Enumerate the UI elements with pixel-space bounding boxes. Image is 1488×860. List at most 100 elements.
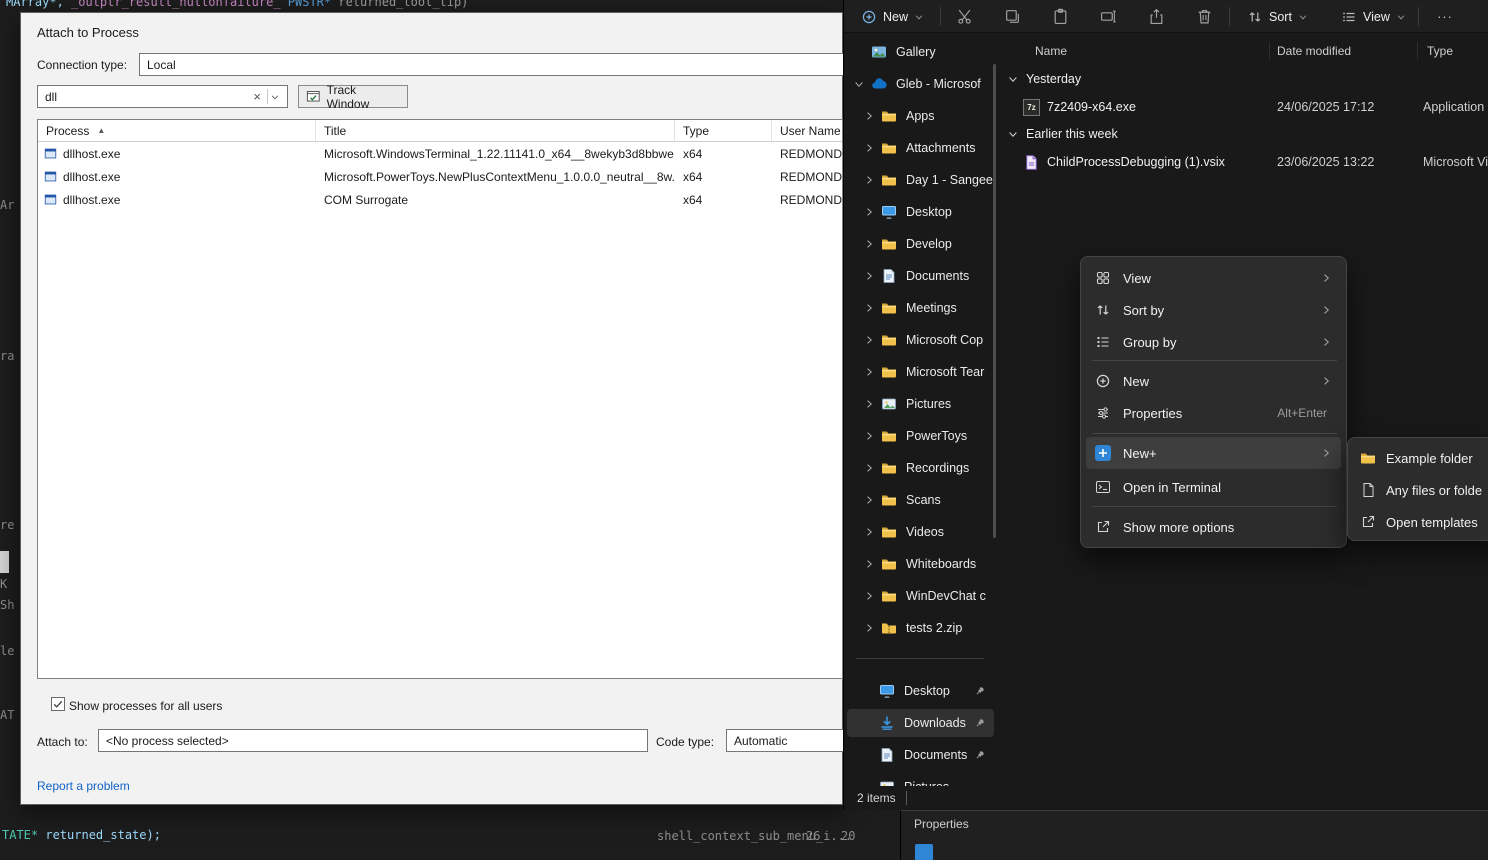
chevron-right-icon[interactable] <box>863 558 875 570</box>
column-header-type[interactable]: Type <box>1427 44 1453 58</box>
nav-item-desktop-onedrive[interactable]: Desktop <box>847 198 994 226</box>
process-filter-input[interactable]: dll × <box>37 85 288 108</box>
nav-item-desktop-pinned[interactable]: Desktop <box>847 677 994 705</box>
nav-item-recordings[interactable]: Recordings <box>847 454 994 482</box>
properties-window-partial: Properties <box>900 810 1488 860</box>
menu-item-properties[interactable]: PropertiesAlt+Enter <box>1086 397 1341 429</box>
process-row[interactable]: dllhost.exe Microsoft.PowerToys.NewPlusC… <box>38 165 842 188</box>
menu-label: Show more options <box>1123 520 1234 535</box>
nav-label: Pictures <box>906 397 951 411</box>
properties-window-title: Properties <box>914 817 969 831</box>
cut-button[interactable] <box>950 3 978 30</box>
submenu-item-example-folder[interactable]: Example folder <box>1353 442 1488 474</box>
submenu-item-open-templates[interactable]: Open templates <box>1353 506 1488 538</box>
chevron-right-icon[interactable] <box>863 462 875 474</box>
chevron-down-icon[interactable] <box>270 92 280 102</box>
screen: MArray*, _outptr_result_nullonfailure_ P… <box>0 0 1488 860</box>
nav-item-day1[interactable]: Day 1 - Sangee <box>847 166 994 194</box>
chevron-right-icon[interactable] <box>863 110 875 122</box>
sidebar-scrollbar[interactable] <box>993 64 996 538</box>
pin-icon <box>974 685 986 697</box>
nav-label: Meetings <box>906 301 957 315</box>
more-options-button[interactable]: ··· <box>1428 3 1462 30</box>
menu-label: New+ <box>1123 446 1157 461</box>
menu-item-new-plus[interactable]: New+ <box>1086 437 1341 469</box>
chevron-right-icon[interactable] <box>863 206 875 218</box>
rename-button[interactable] <box>1094 3 1122 30</box>
chevron-down-icon[interactable] <box>1007 73 1019 85</box>
column-header-type[interactable]: Type <box>675 120 772 141</box>
ch evron-right-icon[interactable] <box>863 174 875 186</box>
nav-item-windevchat[interactable]: WinDevChat c <box>847 582 994 610</box>
nav-item-onedrive[interactable]: Gleb - Microsof <box>847 70 994 98</box>
nav-item-documents-pinned[interactable]: Documents <box>847 741 994 769</box>
nav-item-meetings[interactable]: Meetings <box>847 294 994 322</box>
group-header-earlier-this-week[interactable]: Earlier this week <box>1001 121 1488 147</box>
chevron-right-icon[interactable] <box>863 590 875 602</box>
menu-item-group-by[interactable]: Group by <box>1086 326 1341 358</box>
show-all-users-checkbox[interactable] <box>51 697 65 711</box>
chevron-right-icon[interactable] <box>863 302 875 314</box>
nav-item-apps[interactable]: Apps <box>847 102 994 130</box>
code-type-dropdown[interactable]: Automatic <box>726 729 844 752</box>
track-window-button[interactable]: Track Window <box>298 85 408 108</box>
nav-item-videos[interactable]: Videos <box>847 518 994 546</box>
nav-item-pictures-onedrive[interactable]: Pictures <box>847 390 994 418</box>
chevron-right-icon <box>1320 304 1332 316</box>
7zip-file-icon: 7z <box>1023 99 1040 116</box>
chevron-right-icon[interactable] <box>863 366 875 378</box>
chevron-right-icon[interactable] <box>863 430 875 442</box>
nav-item-tests-zip[interactable]: tests 2.zip <box>847 614 994 642</box>
menu-item-show-more-options[interactable]: Show more options <box>1086 511 1341 543</box>
nav-item-microsoft-teams[interactable]: Microsoft Tear <box>847 358 994 386</box>
nav-item-powertoys[interactable]: PowerToys <box>847 422 994 450</box>
column-header-process[interactable]: Process▲ <box>38 120 316 141</box>
file-row-7zip[interactable]: 7z 7z2409-x64.exe 24/06/2025 17:12 Appli… <box>1001 94 1488 120</box>
group-header-yesterday[interactable]: Yesterday <box>1001 66 1488 92</box>
report-problem-link[interactable]: Report a problem <box>37 779 130 793</box>
nav-item-microsoft-copilot[interactable]: Microsoft Cop <box>847 326 994 354</box>
sort-icon <box>1095 302 1111 318</box>
paste-button[interactable] <box>1046 3 1074 30</box>
nav-item-attachments[interactable]: Attachments <box>847 134 994 162</box>
file-row-vsix[interactable]: ChildProcessDebugging (1).vsix 23/06/202… <box>1001 149 1488 175</box>
menu-item-open-in-terminal[interactable]: Open in Terminal <box>1086 471 1341 503</box>
menu-item-view[interactable]: View <box>1086 262 1341 294</box>
nav-item-develop[interactable]: Develop <box>847 230 994 258</box>
chevron-right-icon[interactable] <box>863 398 875 410</box>
menu-item-new[interactable]: New <box>1086 365 1341 397</box>
column-header-title[interactable]: Title <box>316 120 675 141</box>
nav-item-gallery[interactable]: Gallery <box>847 38 994 66</box>
nav-item-documents-onedrive[interactable]: Documents <box>847 262 994 290</box>
attach-to-field[interactable]: <No process selected> <box>98 729 648 752</box>
chevron-right-icon[interactable] <box>863 334 875 346</box>
new-button[interactable]: New <box>852 3 933 30</box>
chevron-right-icon[interactable] <box>863 238 875 250</box>
delete-button[interactable] <box>1190 3 1218 30</box>
column-header-date[interactable]: Date modified <box>1277 44 1351 58</box>
menu-label: View <box>1123 271 1151 286</box>
chevron-right-icon[interactable] <box>863 622 875 634</box>
nav-item-downloads-pinned[interactable]: Downloads <box>847 709 994 737</box>
column-header-name[interactable]: Name <box>1035 44 1067 58</box>
nav-item-scans[interactable]: Scans <box>847 486 994 514</box>
chevron-down-icon[interactable] <box>1007 128 1019 140</box>
process-row[interactable]: dllhost.exe Microsoft.WindowsTerminal_1.… <box>38 142 842 165</box>
chevron-right-icon[interactable] <box>863 142 875 154</box>
process-row[interactable]: dllhost.exe COM Surrogate x64 REDMOND <box>38 188 842 211</box>
view-button[interactable]: View <box>1332 3 1415 30</box>
column-header-user[interactable]: User Name <box>772 120 842 141</box>
connection-type-dropdown[interactable]: Local <box>139 53 844 76</box>
chevron-down-icon[interactable] <box>853 78 865 90</box>
chevron-right-icon[interactable] <box>863 270 875 282</box>
clear-filter-button[interactable]: × <box>249 89 265 104</box>
nav-item-whiteboards[interactable]: Whiteboards <box>847 550 994 578</box>
chevron-right-icon[interactable] <box>863 494 875 506</box>
copy-button[interactable] <box>998 3 1026 30</box>
sort-button[interactable]: Sort <box>1238 3 1317 30</box>
submenu-item-any-files[interactable]: Any files or folde <box>1353 474 1488 506</box>
chevron-right-icon <box>1320 447 1332 459</box>
menu-item-sort-by[interactable]: Sort by <box>1086 294 1341 326</box>
chevron-right-icon[interactable] <box>863 526 875 538</box>
share-button[interactable] <box>1142 3 1170 30</box>
